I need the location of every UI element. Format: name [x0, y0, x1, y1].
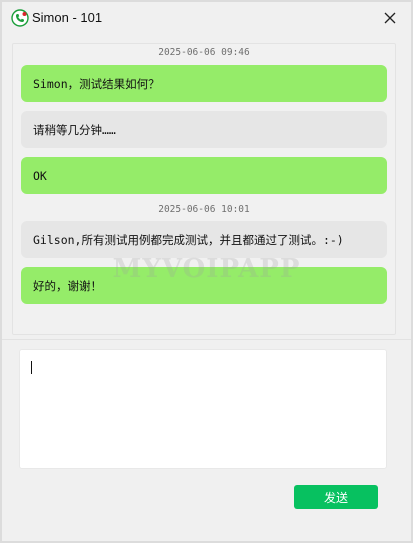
text-caret	[31, 361, 32, 374]
title-bar: Simon - 101	[2, 2, 411, 34]
message-bubble-received[interactable]: Gilson,所有测试用例都完成测试，并且都通过了测试。:-)	[21, 221, 387, 258]
close-icon	[384, 12, 396, 24]
phone-app-icon	[11, 9, 29, 27]
message-bubble-sent[interactable]: Simon，测试结果如何？	[21, 65, 387, 102]
message-bubble-sent[interactable]: OK	[21, 157, 387, 194]
timestamp: 2025-06-06 10:01	[158, 204, 250, 215]
chat-window: Simon - 101 2025-06-06 09:46 Simon，测试结果如…	[0, 0, 413, 543]
timestamp: 2025-06-06 09:46	[158, 47, 250, 58]
divider	[2, 339, 411, 340]
close-button[interactable]	[377, 6, 403, 30]
message-input[interactable]	[19, 349, 387, 469]
message-bubble-received[interactable]: 请稍等几分钟……	[21, 111, 387, 148]
message-bubble-sent[interactable]: 好的，谢谢！	[21, 267, 387, 304]
window-title: Simon - 101	[32, 10, 103, 25]
send-button[interactable]: 发送	[294, 485, 378, 509]
message-list[interactable]: 2025-06-06 09:46 Simon，测试结果如何？ 请稍等几分钟…… …	[12, 43, 396, 335]
